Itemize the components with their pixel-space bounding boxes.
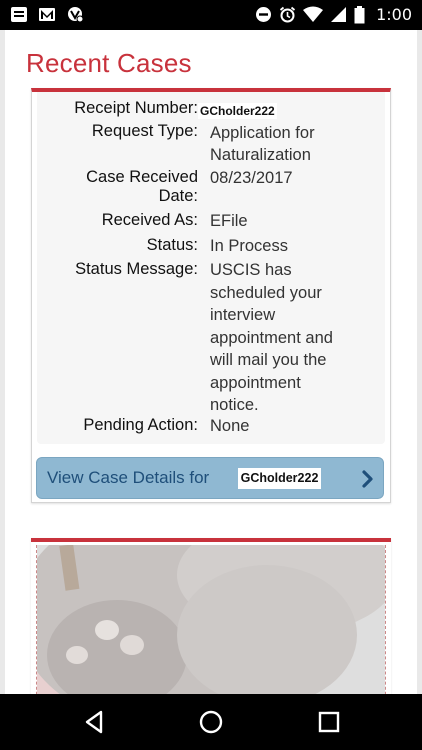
status-value: In Process	[210, 237, 288, 255]
promo-card	[31, 538, 391, 694]
received-date-label-line-2: Date:	[158, 187, 198, 205]
view-case-details-label: View Case Details for	[47, 468, 210, 487]
battery-icon	[354, 5, 365, 23]
alarm-icon	[279, 6, 296, 23]
status-message-line-1: USCIS has	[210, 261, 292, 279]
case-card: Receipt Number: GCholder222 Request Type…	[31, 88, 391, 503]
status-bar: 1:00	[0, 0, 422, 30]
recents-icon[interactable]	[316, 709, 342, 735]
pending-action-value: None	[210, 417, 250, 435]
back-icon[interactable]	[81, 709, 107, 735]
pending-action-label: Pending Action:	[83, 416, 198, 434]
status-message-line-6: appointment	[210, 373, 301, 392]
status-message-line-4: appointment and	[210, 328, 333, 347]
view-case-details-user: GCholder222	[238, 468, 321, 489]
request-type-value-line-2: Naturalization	[210, 146, 311, 164]
received-as-value: EFile	[210, 212, 248, 230]
navigation-bar	[0, 694, 422, 750]
received-date-label-line-1: Case Received	[86, 168, 198, 186]
status-message-line-5: will mail you the	[210, 351, 327, 369]
notes-icon	[11, 7, 27, 22]
page-title: Recent Cases	[26, 48, 192, 78]
promo-photo	[36, 545, 386, 694]
home-icon[interactable]	[198, 709, 224, 735]
receipt-number-value: GCholder222	[198, 103, 277, 119]
case-info-panel: Receipt Number: GCholder222 Request Type…	[37, 92, 385, 444]
status-message-line-7: notice.	[210, 396, 259, 414]
signal-icon	[331, 7, 347, 22]
status-message-label: Status Message:	[75, 260, 198, 278]
page-content: Recent Cases Receipt Number: GCholder222…	[5, 30, 417, 694]
app-badge-icon	[68, 7, 84, 23]
status-label: Status:	[146, 236, 198, 254]
receipt-number-label: Receipt Number:	[74, 99, 198, 117]
received-as-label: Received As:	[101, 211, 198, 229]
status-message-line-3: interview	[210, 306, 276, 324]
gmail-icon	[39, 8, 55, 21]
view-case-details-button[interactable]: View Case Details for GCholder222	[36, 457, 384, 499]
do-not-disturb-icon	[256, 7, 272, 22]
received-date-value: 08/23/2017	[210, 169, 293, 187]
wifi-icon	[303, 6, 324, 22]
status-message-line-2: scheduled your	[210, 283, 322, 302]
request-type-label: Request Type:	[91, 122, 198, 140]
clock-time: 1:00	[376, 5, 412, 24]
chevron-right-icon	[362, 470, 373, 488]
request-type-value-line-1: Application for	[210, 124, 315, 142]
